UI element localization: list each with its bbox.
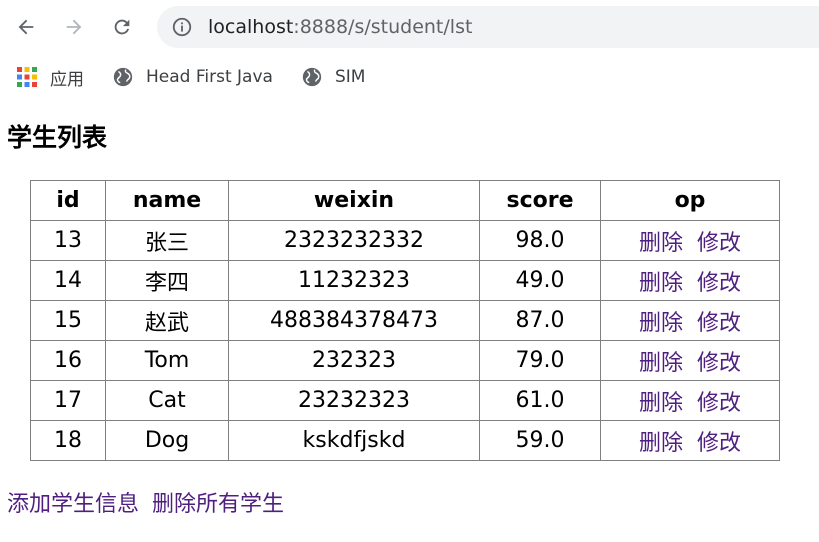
cell-score: 79.0: [479, 340, 601, 381]
table-row: 14 李四 11232323 49.0 删除 修改: [30, 260, 780, 301]
footer-links: 添加学生信息 删除所有学生: [7, 486, 284, 518]
table-row: 15 赵武 488384378473 87.0 删除 修改: [30, 300, 780, 341]
apps-grid-icon: [17, 67, 37, 87]
delete-link[interactable]: 删除: [639, 311, 683, 336]
cell-op: 删除 修改: [600, 220, 780, 261]
bookmark-label: 应用: [50, 69, 84, 90]
reload-button[interactable]: [105, 10, 139, 44]
table-header-row: id name weixin score op: [30, 180, 780, 221]
delete-all-students-link[interactable]: 删除所有学生: [152, 492, 284, 517]
bookmark-label: Head First Java: [146, 67, 273, 87]
cell-weixin: 23232323: [228, 380, 480, 421]
cell-id: 13: [30, 220, 106, 261]
bookmark-label: SIM: [335, 67, 366, 87]
edit-link[interactable]: 修改: [697, 311, 741, 336]
url-host: localhost: [208, 16, 294, 38]
cell-score: 59.0: [479, 420, 601, 461]
cell-score: 49.0: [479, 260, 601, 301]
browser-toolbar: localhost:8888/s/student/lst: [0, 0, 819, 52]
cell-op: 删除 修改: [600, 420, 780, 461]
cell-id: 14: [30, 260, 106, 301]
back-button[interactable]: [9, 10, 43, 44]
edit-link[interactable]: 修改: [697, 391, 741, 416]
header-score: score: [479, 180, 601, 221]
cell-name: Cat: [105, 380, 229, 421]
url-path: :8888/s/student/lst: [293, 16, 473, 38]
delete-link[interactable]: 删除: [639, 431, 683, 456]
cell-op: 删除 修改: [600, 300, 780, 341]
cell-op: 删除 修改: [600, 260, 780, 301]
student-table: id name weixin score op 13 张三 2323232332…: [30, 180, 780, 461]
cell-weixin: 488384378473: [228, 300, 480, 341]
forward-button[interactable]: [57, 10, 91, 44]
edit-link[interactable]: 修改: [697, 231, 741, 256]
cell-score: 87.0: [479, 300, 601, 341]
globe-icon: [113, 67, 133, 87]
cell-score: 61.0: [479, 380, 601, 421]
cell-op: 删除 修改: [600, 340, 780, 381]
table-row: 17 Cat 23232323 61.0 删除 修改: [30, 380, 780, 421]
cell-name: 李四: [105, 260, 229, 301]
delete-link[interactable]: 删除: [639, 391, 683, 416]
delete-link[interactable]: 删除: [639, 351, 683, 376]
add-student-link[interactable]: 添加学生信息: [7, 492, 139, 517]
page-title: 学生列表: [7, 123, 108, 152]
cell-weixin: 2323232332: [228, 220, 480, 261]
cell-name: 张三: [105, 220, 229, 261]
cell-id: 16: [30, 340, 106, 381]
cell-weixin: 11232323: [228, 260, 480, 301]
address-bar[interactable]: localhost:8888/s/student/lst: [157, 6, 819, 48]
bookmarks-bar: 应用 Head First Java SIM: [0, 56, 819, 96]
bookmark-head-first-java[interactable]: Head First Java: [112, 64, 273, 90]
globe-icon: [302, 67, 322, 87]
bookmark-sim[interactable]: SIM: [301, 64, 365, 90]
url-text: localhost:8888/s/student/lst: [208, 16, 472, 38]
table-row: 18 Dog kskdfjskd 59.0 删除 修改: [30, 420, 780, 461]
delete-link[interactable]: 删除: [639, 271, 683, 296]
cell-name: Dog: [105, 420, 229, 461]
edit-link[interactable]: 修改: [697, 351, 741, 376]
edit-link[interactable]: 修改: [697, 431, 741, 456]
header-name: name: [105, 180, 229, 221]
cell-name: 赵武: [105, 300, 229, 341]
cell-op: 删除 修改: [600, 380, 780, 421]
delete-link[interactable]: 删除: [639, 231, 683, 256]
arrow-right-icon: [66, 19, 82, 35]
table-row: 13 张三 2323232332 98.0 删除 修改: [30, 220, 780, 261]
cell-weixin: kskdfjskd: [228, 420, 480, 461]
cell-id: 17: [30, 380, 106, 421]
info-icon[interactable]: [171, 16, 193, 38]
cell-score: 98.0: [479, 220, 601, 261]
header-weixin: weixin: [228, 180, 480, 221]
cell-name: Tom: [105, 340, 229, 381]
header-op: op: [600, 180, 780, 221]
table-row: 16 Tom 232323 79.0 删除 修改: [30, 340, 780, 381]
header-id: id: [30, 180, 106, 221]
cell-weixin: 232323: [228, 340, 480, 381]
bookmark-apps[interactable]: 应用: [16, 64, 84, 90]
arrow-left-icon: [18, 19, 34, 35]
reload-icon: [114, 19, 130, 35]
edit-link[interactable]: 修改: [697, 271, 741, 296]
cell-id: 15: [30, 300, 106, 341]
cell-id: 18: [30, 420, 106, 461]
